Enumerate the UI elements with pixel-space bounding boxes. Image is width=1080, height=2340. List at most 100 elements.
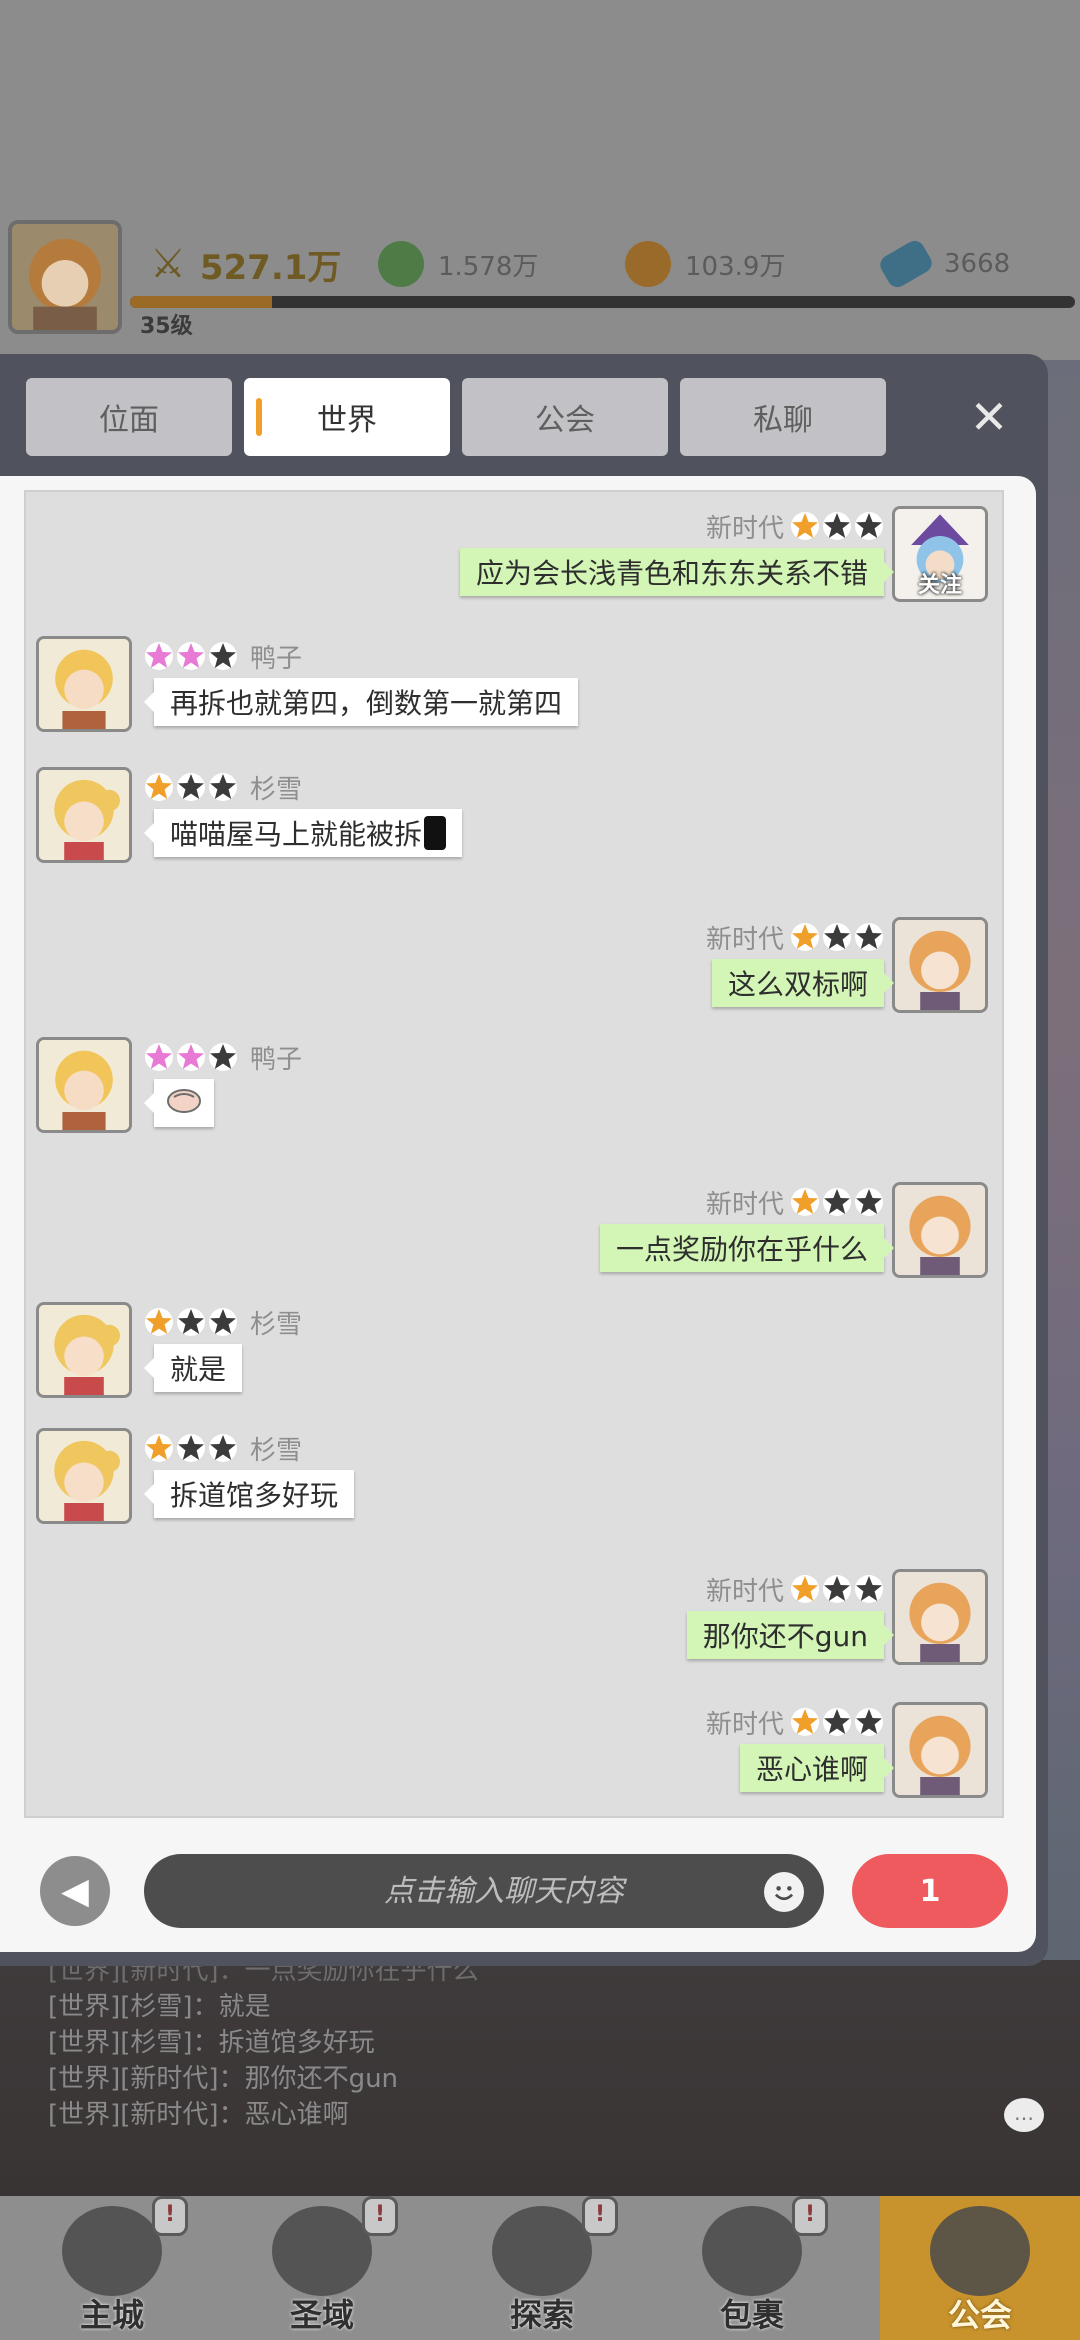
chat-input[interactable] <box>144 1854 824 1928</box>
message-bubble[interactable] <box>144 1079 214 1127</box>
star-icon <box>176 1307 206 1337</box>
message-bubble[interactable]: 喵喵屋马上就能被拆 <box>143 809 463 857</box>
star-icon <box>176 1042 206 1072</box>
sender-avatar[interactable] <box>36 1302 132 1398</box>
star-icon <box>208 1433 238 1463</box>
star-icon <box>144 641 174 671</box>
input-row: ◀ 1 <box>0 1836 1036 1936</box>
sender-meta: 鸭子 <box>144 1037 302 1077</box>
sender-name[interactable]: 杉雪 <box>250 1430 302 1467</box>
sender-avatar[interactable] <box>36 636 132 732</box>
log-line: [世界][杉雪]：就是 <box>48 1992 271 2022</box>
rank-stars <box>790 511 884 541</box>
close-icon[interactable]: ✕ <box>964 392 1014 442</box>
sender-avatar[interactable]: 关注 <box>892 506 988 602</box>
rank-stars <box>790 1574 884 1604</box>
emoji-icon[interactable] <box>764 1872 804 1912</box>
rank-stars <box>790 1187 884 1217</box>
nav-label: 主城 <box>79 2296 144 2334</box>
star-icon <box>144 1307 174 1337</box>
tab-plane[interactable]: 位面 <box>26 378 232 456</box>
notification-badge: ! <box>362 2196 398 2236</box>
message-text: 恶心谁啊 <box>755 1753 868 1786</box>
chat-log-preview[interactable]: [世界][新时代]：一点奖励你在乎什么 [世界][杉雪]：就是 [世界][杉雪]… <box>48 1966 948 2130</box>
message-bubble[interactable]: 恶心谁啊 <box>739 1744 895 1792</box>
star-icon <box>822 1187 852 1217</box>
send-button[interactable]: 1 <box>852 1854 1008 1928</box>
sender-avatar[interactable] <box>36 1037 132 1133</box>
star-icon <box>176 641 206 671</box>
sender-meta: 新时代 <box>706 506 884 546</box>
sender-meta: 新时代 <box>706 1702 884 1742</box>
sender-name[interactable]: 新时代 <box>706 919 784 956</box>
message-text: 拆道馆多好玩 <box>170 1479 339 1512</box>
star-icon <box>790 511 820 541</box>
nav-guild[interactable]: 公会 <box>880 2196 1080 2340</box>
message-bubble[interactable]: 就是 <box>143 1344 243 1392</box>
guild-emblem-icon <box>930 2206 1030 2296</box>
portal-icon <box>272 2206 372 2296</box>
nav-explore[interactable]: ! 探索 <box>442 2196 642 2340</box>
nav-label: 包裹 <box>719 2296 784 2334</box>
back-arrow-icon[interactable]: ◀ <box>40 1856 110 1926</box>
sender-avatar[interactable] <box>892 1182 988 1278</box>
sender-meta: 杉雪 <box>144 767 302 807</box>
sender-name[interactable]: 鸭子 <box>250 638 302 675</box>
message-bubble[interactable]: 拆道馆多好玩 <box>143 1470 355 1518</box>
star-icon <box>854 511 884 541</box>
message-list[interactable]: 关注 新时代 应为会长浅青色和东东关系不错 鸭子 再拆也就第四，倒数第一就第四 杉雪 喵喵屋… <box>24 490 1004 1818</box>
message-bubble[interactable]: 那你还不gun <box>686 1611 895 1659</box>
player-avatar[interactable] <box>8 220 122 334</box>
star-icon <box>208 641 238 671</box>
sender-avatar[interactable] <box>892 1702 988 1798</box>
rank-stars <box>144 1307 238 1337</box>
sender-avatar[interactable] <box>892 1569 988 1665</box>
coin-value: 1.578万 <box>438 251 539 282</box>
sender-name[interactable]: 新时代 <box>706 1184 784 1221</box>
chat-tabs: 位面 世界 公会 私聊 <box>26 378 886 456</box>
sender-meta: 杉雪 <box>144 1428 302 1468</box>
rank-stars <box>144 1042 238 1072</box>
combat-power-value: 527.1万 <box>199 247 342 288</box>
message-text: 那你还不gun <box>702 1620 868 1653</box>
message-text: 再拆也就第四，倒数第一就第四 <box>170 687 563 720</box>
message-bubble[interactable]: 这么双标啊 <box>711 959 895 1007</box>
tab-world[interactable]: 世界 <box>244 378 450 456</box>
sender-avatar[interactable] <box>36 1428 132 1524</box>
nav-main-city[interactable]: ! 主城 <box>12 2196 212 2340</box>
sender-avatar[interactable] <box>36 767 132 863</box>
message-text: 就是 <box>170 1353 227 1386</box>
nav-sanctuary[interactable]: ! 圣域 <box>222 2196 422 2340</box>
message-text: 喵喵屋马上就能被拆 <box>170 818 423 851</box>
sender-avatar[interactable] <box>892 917 988 1013</box>
message-bubble[interactable]: 再拆也就第四，倒数第一就第四 <box>143 678 579 726</box>
chat-window: 位面 世界 公会 私聊 ✕ 关注 新时代 应为会长浅青色和东东关系不错 鸭子 再拆也就第… <box>0 354 1048 1966</box>
star-icon <box>208 1042 238 1072</box>
chat-panel: 关注 新时代 应为会长浅青色和东东关系不错 鸭子 再拆也就第四，倒数第一就第四 杉雪 喵喵屋… <box>0 476 1036 1952</box>
tab-guild[interactable]: 公会 <box>462 378 668 456</box>
sender-name[interactable]: 鸭子 <box>250 1039 302 1076</box>
chat-bubble-icon[interactable]: … <box>1004 2098 1044 2132</box>
nav-bag[interactable]: ! 包裹 <box>652 2196 852 2340</box>
cannon-icon <box>492 2206 592 2296</box>
rank-stars <box>790 922 884 952</box>
coin-resource: 1.578万 <box>378 234 538 294</box>
message-text: 这么双标啊 <box>727 968 868 1001</box>
tab-private[interactable]: 私聊 <box>680 378 886 456</box>
message-bubble[interactable]: 应为会长浅青色和东东关系不错 <box>459 548 895 596</box>
star-icon <box>822 922 852 952</box>
star-icon <box>790 922 820 952</box>
star-icon <box>208 772 238 802</box>
star-icon <box>144 772 174 802</box>
sender-name[interactable]: 新时代 <box>706 1704 784 1741</box>
sender-name[interactable]: 杉雪 <box>250 1304 302 1341</box>
nav-label: 探索 <box>509 2296 574 2334</box>
notification-badge: ! <box>792 2196 828 2236</box>
message-text: 一点奖励你在乎什么 <box>615 1233 868 1266</box>
combat-power: ⚔ 527.1万 <box>150 234 341 294</box>
sender-name[interactable]: 新时代 <box>706 508 784 545</box>
sender-meta: 鸭子 <box>144 636 302 676</box>
sender-name[interactable]: 杉雪 <box>250 769 302 806</box>
sender-name[interactable]: 新时代 <box>706 1571 784 1608</box>
message-bubble[interactable]: 一点奖励你在乎什么 <box>599 1224 895 1272</box>
